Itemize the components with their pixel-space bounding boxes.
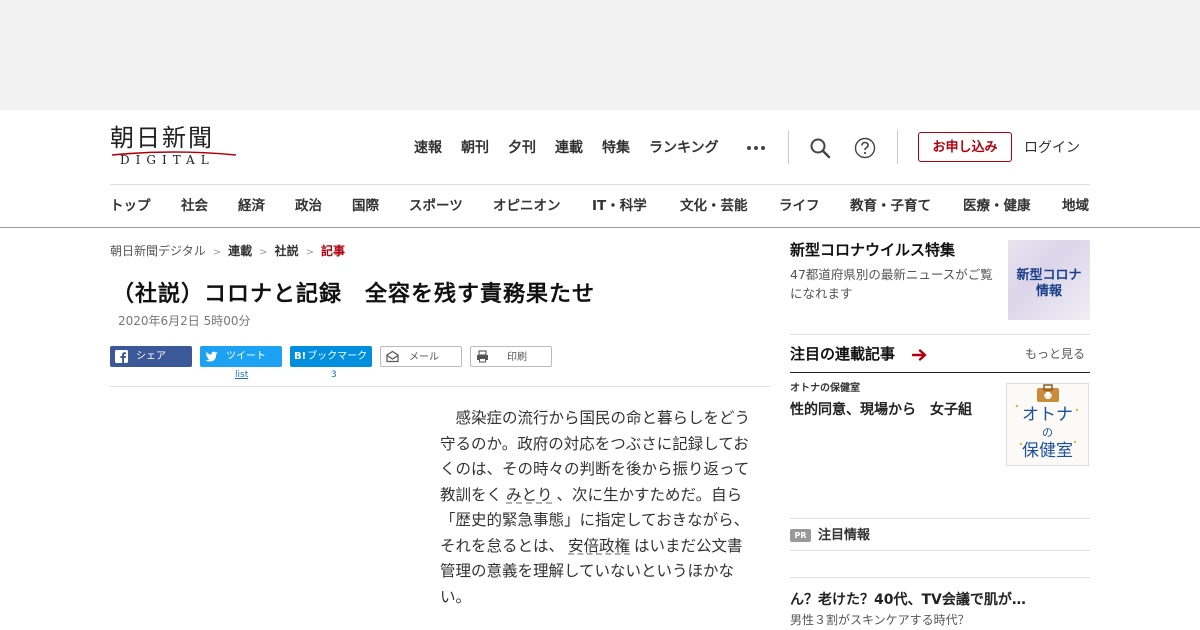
topnav-item[interactable]: 特集	[602, 138, 630, 158]
ad-banner-area	[0, 0, 1200, 110]
mail-share-label: メール	[409, 352, 439, 363]
catnav-item[interactable]: 政治	[295, 196, 322, 216]
share-divider	[110, 386, 770, 387]
sidebar-divider	[790, 550, 1090, 551]
series-article-link[interactable]: 性的同意、現場から 女子組	[790, 400, 972, 420]
header-divider	[897, 130, 898, 164]
breadcrumb: 朝日新聞デジタル > 連載 > 社説 > 記事	[110, 242, 345, 262]
facebook-share-label: シェア	[136, 351, 166, 362]
article-body: 感染症の流行から国民の命と暮らしをどう守るのか。政府の対応をつぶさに記録しておく…	[440, 406, 750, 610]
catnav-item[interactable]: ライフ	[779, 196, 820, 216]
header-divider	[788, 130, 789, 164]
catnav-item[interactable]: 国際	[352, 196, 379, 216]
mail-icon	[386, 350, 399, 363]
site-logo[interactable]: 朝日新聞 DIGITAL	[110, 124, 240, 170]
nav-bottom-border	[0, 227, 1200, 228]
thumb-text: オトナ	[1022, 405, 1073, 425]
more-dots-icon[interactable]	[746, 145, 766, 151]
sidebar-divider	[790, 518, 1090, 519]
twitter-icon	[205, 351, 218, 362]
series-thumbnail[interactable]: オトナ の 保健室	[1006, 383, 1089, 466]
help-icon[interactable]	[854, 137, 876, 159]
hatena-count[interactable]: 3	[331, 369, 337, 381]
corona-thumb-label: 新型コロナ 情報	[1008, 268, 1090, 300]
corona-feature-thumbnail[interactable]: 新型コロナ 情報	[1008, 240, 1090, 320]
see-more-link[interactable]: もっと見る	[1025, 346, 1085, 362]
facebook-share-button[interactable]: シェア	[110, 346, 192, 367]
topnav-item[interactable]: 夕刊	[508, 138, 536, 158]
breadcrumb-item[interactable]: 朝日新聞デジタル	[110, 244, 206, 258]
search-icon[interactable]	[809, 137, 831, 159]
catnav-item[interactable]: 医療・健康	[963, 196, 1031, 216]
series-heading[interactable]: 注目の連載記事	[790, 344, 895, 364]
pr-section-title: 注目情報	[818, 528, 871, 543]
keyword-link[interactable]: 安倍政権	[564, 537, 634, 555]
thumb-text: 保健室	[1022, 441, 1073, 461]
print-icon	[477, 350, 488, 363]
print-label: 印刷	[507, 352, 527, 363]
otona-hokenshitsu-logo-icon: オトナ の 保健室	[1015, 384, 1079, 461]
catnav-item[interactable]: 地域	[1062, 196, 1089, 216]
article-paragraph: 感染症の流行から国民の命と暮らしをどう守るのか。政府の対応をつぶさに記録しておく…	[440, 406, 750, 610]
series-divider	[790, 372, 1090, 373]
catnav-item[interactable]: スポーツ	[409, 196, 463, 216]
mail-share-button[interactable]: メール	[380, 346, 462, 367]
pr-badge: PR	[790, 529, 811, 542]
hatena-bookmark-button[interactable]: B!ブックマーク	[290, 346, 372, 367]
print-button[interactable]: 印刷	[470, 346, 552, 367]
sponsored-article-title[interactable]: ん？老けた？40代、TV会議で肌が…	[790, 590, 1026, 610]
corona-thumb-line: 新型コロナ	[1016, 268, 1082, 283]
breadcrumb-item[interactable]: 社説	[275, 244, 299, 258]
breadcrumb-item[interactable]: 連載	[228, 244, 252, 258]
corona-feature-title[interactable]: 新型コロナウイルス特集	[790, 240, 955, 260]
breadcrumb-separator: >	[259, 247, 268, 258]
twitter-share-button[interactable]: ツイート	[200, 346, 282, 367]
twitter-count[interactable]: list	[235, 369, 248, 381]
sidebar-divider	[790, 334, 1090, 335]
logo-text: 朝日新聞	[110, 124, 214, 152]
corona-thumb-line: 情報	[1035, 284, 1062, 299]
catnav-item[interactable]: IT・科学	[592, 196, 647, 216]
topnav-item[interactable]: ランキング	[649, 138, 719, 158]
catnav-item[interactable]: オピニオン	[493, 196, 561, 216]
keyword-link[interactable]: みとり	[502, 486, 557, 504]
arrow-right-icon[interactable]	[912, 348, 928, 362]
hatena-icon: B!	[294, 351, 307, 362]
twitter-share-label: ツイート	[226, 351, 266, 362]
sidebar-divider	[790, 577, 1090, 578]
catnav-item[interactable]: 経済	[238, 196, 265, 216]
topnav-item[interactable]: 連載	[555, 138, 583, 158]
article-date: 2020年6月2日 5時00分	[118, 314, 251, 328]
header-divider-line	[110, 184, 1090, 185]
login-link[interactable]: ログイン	[1024, 139, 1080, 157]
logo-subtext: DIGITAL	[120, 153, 215, 167]
breadcrumb-separator: >	[305, 247, 314, 258]
breadcrumb-separator: >	[212, 247, 222, 258]
article-title: （社説）コロナと記録 全容を残す責務果たせ	[112, 282, 596, 307]
hatena-share-label: ブックマーク	[307, 351, 368, 362]
sponsored-article-subtitle[interactable]: 男性３割がスキンケアする時代？	[790, 612, 970, 628]
topnav-item[interactable]: 速報	[414, 138, 442, 158]
corona-feature-desc: 47都道府県別の最新ニュースがご覧になれます	[790, 267, 993, 301]
catnav-item[interactable]: 文化・芸能	[680, 196, 748, 216]
catnav-item[interactable]: 教育・子育て	[850, 196, 931, 216]
catnav-item[interactable]: トップ	[110, 196, 151, 216]
series-category[interactable]: オトナの保健室	[790, 382, 860, 396]
subscribe-button[interactable]: お申し込み	[918, 132, 1012, 162]
catnav-item[interactable]: 社会	[181, 196, 208, 216]
thumb-text: の	[1042, 426, 1053, 439]
breadcrumb-current: 記事	[320, 244, 345, 258]
facebook-icon	[115, 350, 128, 363]
top-navigation: 速報 朝刊 夕刊 連載 特集 ランキング	[414, 138, 719, 158]
topnav-item[interactable]: 朝刊	[461, 138, 489, 158]
